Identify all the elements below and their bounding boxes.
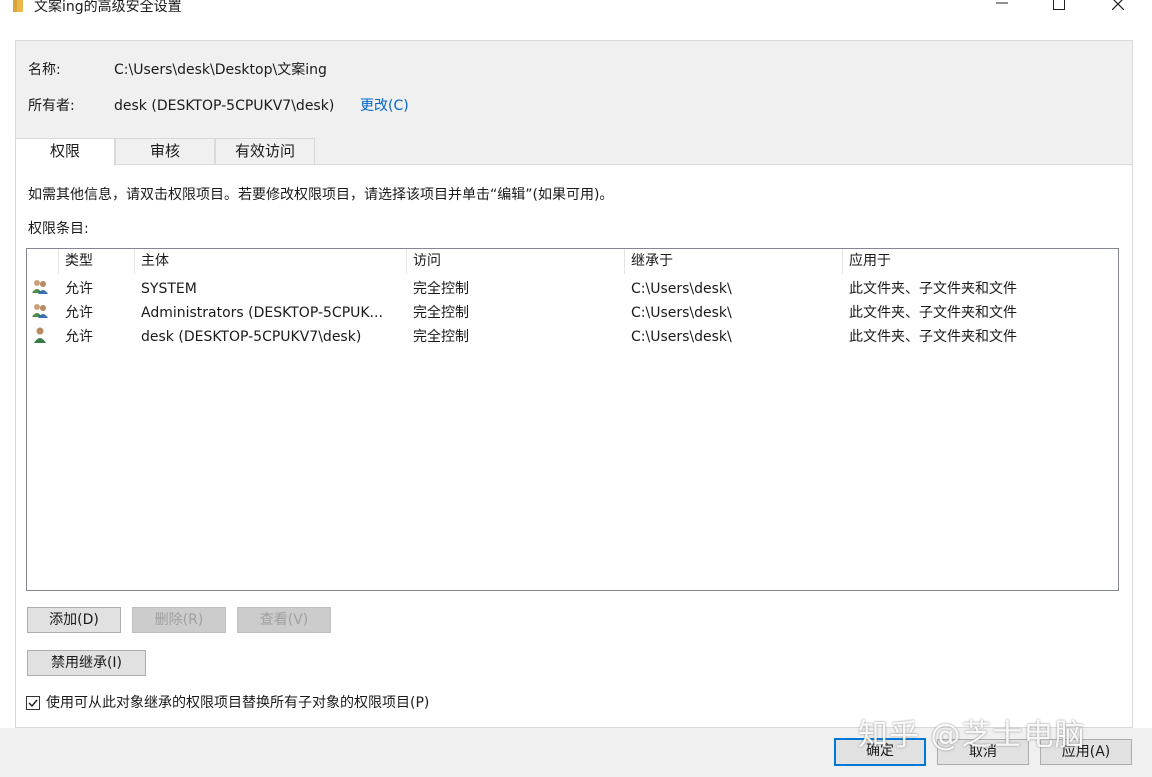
close-icon [1112,0,1124,10]
row-access: 完全控制 [413,329,469,345]
disable-inheritance-button[interactable]: 禁用继承(I) [27,650,146,676]
permissions-hint: 如需其他信息，请双击权限项目。若要修改权限项目，请选择该项目并单击“编辑”(如果… [28,187,614,203]
tab-permissions[interactable]: 权限 [15,138,115,166]
owner-value: desk (DESKTOP-5CPUKV7\desk) [114,98,335,114]
permission-entries-list[interactable]: 类型 主体 访问 继承于 应用于 允许 SYSTEM 完全控制 C:\Users… [26,248,1119,591]
maximize-icon [1053,0,1065,10]
row-applies-to: 此文件夹、子文件夹和文件 [849,305,1017,321]
close-button[interactable] [1096,0,1140,18]
name-label: 名称: [28,62,61,78]
remove-button[interactable]: 删除(R) [132,607,226,633]
row-type: 允许 [65,305,93,321]
column-header-inherited-from[interactable]: 继承于 [625,249,843,274]
minimize-button[interactable] [980,0,1024,18]
view-button[interactable]: 查看(V) [237,607,331,633]
folder-icon [13,0,23,12]
row-principal: SYSTEM [141,281,197,297]
name-value: C:\Users\desk\Desktop\文案ing [114,62,327,78]
column-header-access[interactable]: 访问 [407,249,625,274]
group-users-icon [32,304,48,318]
replace-child-permissions-label[interactable]: 使用可从此对象继承的权限项目替换所有子对象的权限项目(P) [46,693,429,713]
row-access: 完全控制 [413,281,469,297]
change-owner-link[interactable]: 更改(C) [360,96,409,116]
group-users-icon [32,280,48,294]
row-inherited-from: C:\Users\desk\ [631,281,732,297]
table-row[interactable]: 允许 SYSTEM 完全控制 C:\Users\desk\ 此文件夹、子文件夹和… [27,277,1118,301]
permission-entries-label: 权限条目: [28,221,89,237]
row-inherited-from: C:\Users\desk\ [631,329,732,345]
minimize-icon [996,2,1008,4]
checkmark-icon [28,699,38,708]
column-header-icon [27,249,59,274]
row-inherited-from: C:\Users\desk\ [631,305,732,321]
owner-label: 所有者: [28,98,75,114]
row-applies-to: 此文件夹、子文件夹和文件 [849,329,1017,345]
table-row[interactable]: 允许 Administrators (DESKTOP-5CPUK... 完全控制… [27,301,1118,325]
column-header-applies-to[interactable]: 应用于 [843,249,1118,274]
row-access: 完全控制 [413,305,469,321]
row-principal: desk (DESKTOP-5CPUKV7\desk) [141,329,362,345]
row-applies-to: 此文件夹、子文件夹和文件 [849,281,1017,297]
row-type: 允许 [65,329,93,345]
row-type: 允许 [65,281,93,297]
add-button[interactable]: 添加(D) [27,607,121,633]
table-row[interactable]: 允许 desk (DESKTOP-5CPUKV7\desk) 完全控制 C:\U… [27,325,1118,349]
column-header-type[interactable]: 类型 [59,249,135,274]
watermark: 知乎 @芝士电脑 [858,718,1086,753]
column-header-principal[interactable]: 主体 [135,249,407,274]
tab-effective-access[interactable]: 有效访问 [215,138,315,165]
tab-auditing[interactable]: 审核 [115,138,215,165]
row-principal: Administrators (DESKTOP-5CPUK... [141,305,383,321]
user-icon [34,327,46,343]
window-title: 文案ing的高级安全设置 [34,0,182,15]
title-bar: 文案ing的高级安全设置 [0,0,1152,20]
maximize-button[interactable] [1037,0,1081,18]
replace-child-permissions-checkbox[interactable] [26,696,40,710]
